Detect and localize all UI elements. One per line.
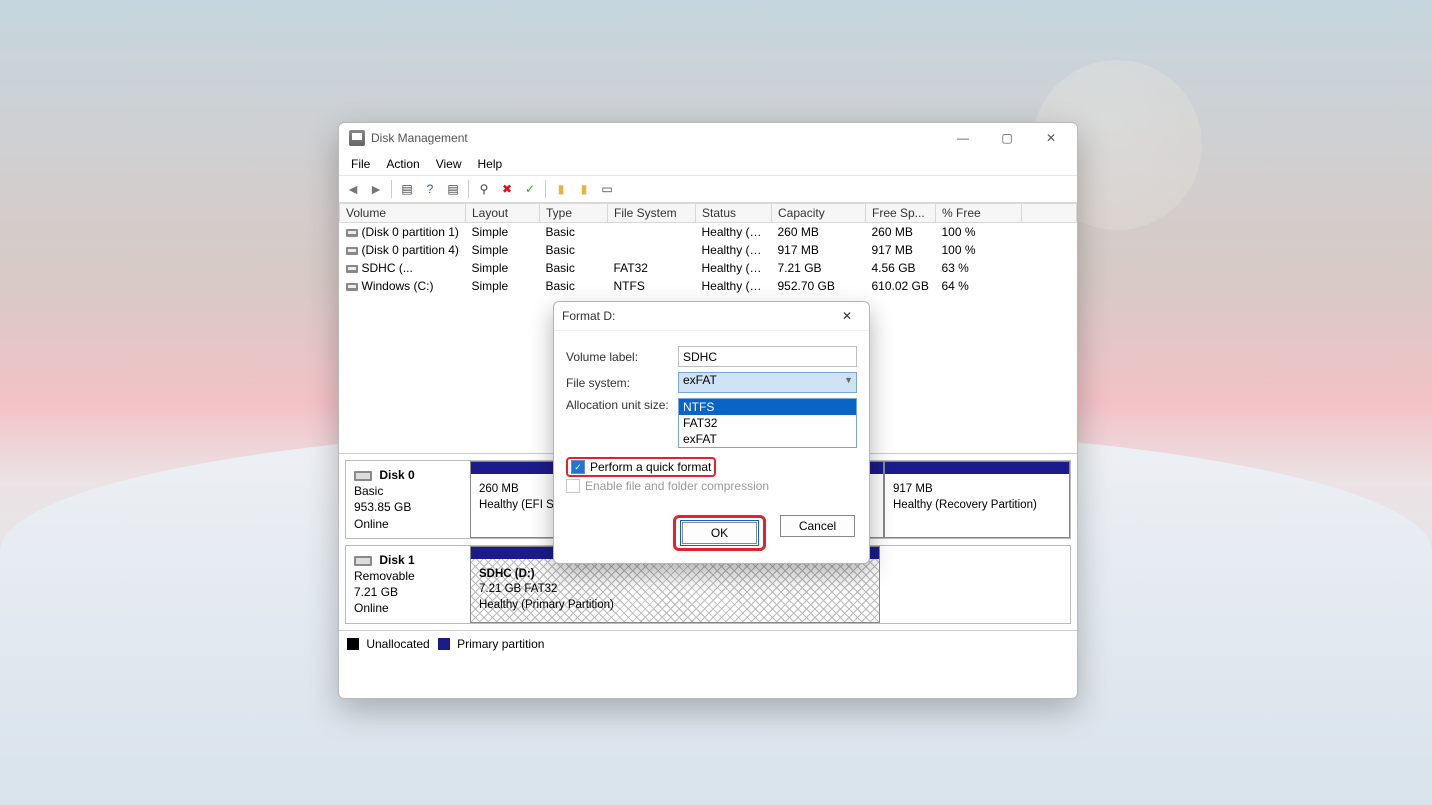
partition-bar xyxy=(885,462,1069,474)
volume-icon xyxy=(346,229,358,237)
minimize-button[interactable]: — xyxy=(941,123,985,153)
col-layout[interactable]: Layout xyxy=(466,204,540,223)
disk-size: 953.85 GB xyxy=(354,500,411,514)
disk-icon xyxy=(354,556,372,566)
volume-icon xyxy=(346,247,358,255)
filesystem-selected: exFAT xyxy=(683,373,717,387)
filesystem-select[interactable]: exFAT ▼ xyxy=(678,372,857,393)
swatch-primary xyxy=(438,638,450,650)
col-filesystem[interactable]: File System xyxy=(608,204,696,223)
volume-icon xyxy=(346,283,358,291)
close-button[interactable]: ✕ xyxy=(1029,123,1073,153)
refresh-icon[interactable]: ▤ xyxy=(443,179,463,199)
highlight-ok-button: OK xyxy=(673,515,766,551)
properties-icon[interactable]: ▭ xyxy=(597,179,617,199)
app-icon xyxy=(349,130,365,146)
volume-label-input[interactable] xyxy=(678,346,857,367)
back-icon[interactable]: ◄ xyxy=(343,179,363,199)
delete-icon[interactable]: ✖ xyxy=(497,179,517,199)
disk-header[interactable]: Disk 1 Removable 7.21 GB Online xyxy=(346,546,470,623)
partition-size: 260 MB xyxy=(479,483,519,495)
toolbar-separator xyxy=(391,180,392,198)
label-filesystem: File system: xyxy=(566,376,678,390)
compression-checkbox xyxy=(566,479,580,493)
partition[interactable]: 917 MB Healthy (Recovery Partition) xyxy=(884,461,1070,538)
menu-view[interactable]: View xyxy=(428,155,470,173)
detail-view-icon[interactable]: ▤ xyxy=(397,179,417,199)
ok-button[interactable]: OK xyxy=(682,522,757,544)
compression-label: Enable file and folder compression xyxy=(585,479,769,493)
disk-kind: Basic xyxy=(354,484,383,498)
table-row[interactable]: Windows (C:)SimpleBasicNTFSHealthy (B...… xyxy=(340,277,1077,295)
dialog-title: Format D: xyxy=(562,309,615,323)
legend: Unallocated Primary partition xyxy=(339,630,1077,657)
chevron-down-icon: ▼ xyxy=(844,375,853,385)
col-status[interactable]: Status xyxy=(696,204,772,223)
window-title: Disk Management xyxy=(371,131,941,145)
toolbar-separator xyxy=(468,180,469,198)
partition-size: 917 MB xyxy=(893,483,933,495)
dialog-close-button[interactable]: ✕ xyxy=(833,302,861,330)
table-row[interactable]: SDHC (...SimpleBasicFAT32Healthy (P...7.… xyxy=(340,259,1077,277)
disk-icon xyxy=(354,471,372,481)
action-icon[interactable]: ⚲ xyxy=(474,179,494,199)
label-allocation: Allocation unit size: xyxy=(566,398,678,412)
disk-title: Disk 0 xyxy=(379,468,414,482)
forward-icon[interactable]: ► xyxy=(366,179,386,199)
partition-status: Healthy (Recovery Partition) xyxy=(893,499,1037,511)
legend-primary: Primary partition xyxy=(457,637,544,651)
swatch-unallocated xyxy=(347,638,359,650)
table-header-row[interactable]: Volume Layout Type File System Status Ca… xyxy=(340,204,1077,223)
disk-kind: Removable xyxy=(354,569,415,583)
menu-action[interactable]: Action xyxy=(378,155,427,173)
menu-file[interactable]: File xyxy=(343,155,378,173)
quick-format-label[interactable]: Perform a quick format xyxy=(590,460,711,474)
help-icon[interactable]: ? xyxy=(420,179,440,199)
col-free[interactable]: Free Sp... xyxy=(866,204,936,223)
dialog-titlebar[interactable]: Format D: ✕ xyxy=(554,302,869,331)
volume-icon xyxy=(346,265,358,273)
toolbar-separator xyxy=(545,180,546,198)
quick-format-checkbox[interactable]: ✓ xyxy=(571,460,585,474)
col-type[interactable]: Type xyxy=(540,204,608,223)
disk-title: Disk 1 xyxy=(379,553,414,567)
legend-unallocated: Unallocated xyxy=(366,637,429,651)
folder-key-icon[interactable]: ▮ xyxy=(574,179,594,199)
partition-size: 7.21 GB FAT32 xyxy=(479,583,557,595)
maximize-button[interactable]: ▢ xyxy=(985,123,1029,153)
toolbar: ◄ ► ▤ ? ▤ ⚲ ✖ ✓ ▮ ▮ ▭ xyxy=(339,176,1077,203)
disk-state: Online xyxy=(354,517,389,531)
disk-size: 7.21 GB xyxy=(354,585,398,599)
window-titlebar[interactable]: Disk Management — ▢ ✕ xyxy=(339,123,1077,153)
disk-state: Online xyxy=(354,601,389,615)
partition-status: Healthy (Primary Partition) xyxy=(479,599,614,611)
table-row[interactable]: (Disk 0 partition 4)SimpleBasicHealthy (… xyxy=(340,241,1077,259)
menu-bar: File Action View Help xyxy=(339,153,1077,176)
cancel-button[interactable]: Cancel xyxy=(780,515,855,537)
menu-help[interactable]: Help xyxy=(470,155,511,173)
col-volume[interactable]: Volume xyxy=(340,204,466,223)
check-icon[interactable]: ✓ xyxy=(520,179,540,199)
format-dialog: Format D: ✕ Volume label: File system: e… xyxy=(553,301,870,564)
col-capacity[interactable]: Capacity xyxy=(772,204,866,223)
folder-icon[interactable]: ▮ xyxy=(551,179,571,199)
partition-name: SDHC (D:) xyxy=(479,568,535,580)
col-pctfree[interactable]: % Free xyxy=(936,204,1022,223)
label-volume: Volume label: xyxy=(566,350,678,364)
table-row[interactable]: (Disk 0 partition 1)SimpleBasicHealthy (… xyxy=(340,223,1077,242)
disk-header[interactable]: Disk 0 Basic 953.85 GB Online xyxy=(346,461,470,538)
highlight-quick-format: ✓ Perform a quick format xyxy=(566,457,716,477)
